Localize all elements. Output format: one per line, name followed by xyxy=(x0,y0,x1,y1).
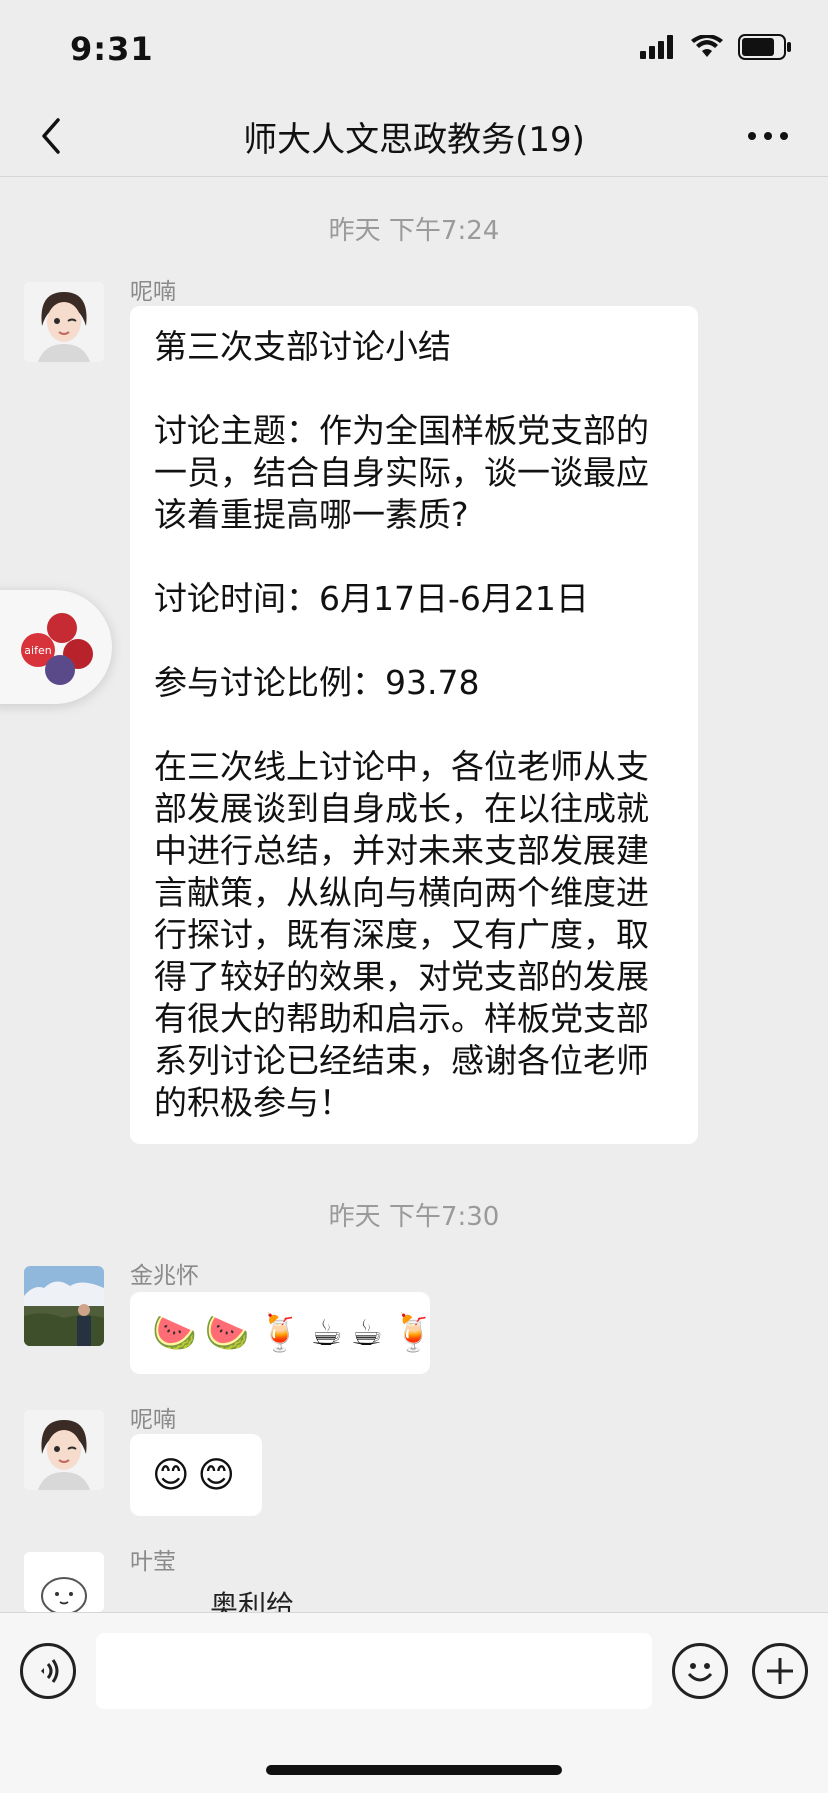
partial-message-text: 奥利给 xyxy=(210,1589,295,1612)
avatar[interactable] xyxy=(24,1552,104,1612)
wifi-icon xyxy=(691,35,723,57)
emoji-row: 🍉 🍉 🍹 ☕ ☕ 🍹 xyxy=(130,1292,436,1374)
sender-name: 叶莹 xyxy=(130,1549,176,1575)
nav-bar: 师大人文思政教务(19) xyxy=(0,96,828,177)
signal-icon xyxy=(640,35,673,59)
status-icons xyxy=(640,34,792,60)
more-dots-icon[interactable] xyxy=(744,116,792,156)
avatar-cartoon-blob xyxy=(24,1552,104,1612)
message-bubble[interactable]: 第三次支部讨论小结 讨论主题：作为全国样板党支部的一员，结合自身实际，谈一谈最应… xyxy=(130,306,698,1144)
emoji-icon[interactable] xyxy=(672,1643,728,1699)
status-time: 9:31 xyxy=(70,30,154,68)
message-input[interactable] xyxy=(96,1633,652,1709)
coffee-emoji: ☕ xyxy=(350,1312,384,1354)
message-bubble[interactable]: 🍉 🍉 🍹 ☕ ☕ 🍹 xyxy=(130,1292,436,1374)
status-bar: 9:31 xyxy=(0,0,828,96)
plus-icon[interactable] xyxy=(752,1643,808,1699)
sender-name: 呢喃 xyxy=(130,1407,176,1433)
watermelon-emoji: 🍉 xyxy=(152,1313,197,1354)
coffee-emoji: ☕ xyxy=(310,1312,343,1354)
avatar-photo-landscape xyxy=(24,1266,104,1346)
timestamp: 昨天 下午7:30 xyxy=(328,1202,500,1232)
drink-emoji: 🍹 xyxy=(391,1313,436,1354)
avatar-cartoon-woman xyxy=(24,282,104,362)
message-bubble[interactable]: 😊 😊 xyxy=(130,1434,262,1516)
emoji-row: 😊 😊 xyxy=(130,1434,262,1516)
watermelon-emoji: 🍉 xyxy=(204,1313,250,1354)
smile-emoji: 😊 xyxy=(197,1454,236,1496)
home-indicator xyxy=(266,1765,562,1775)
chat-title: 师大人文思政教务(19) xyxy=(243,120,585,160)
avatar[interactable] xyxy=(24,1410,104,1490)
red-logo-icon: aifen xyxy=(21,613,93,685)
battery-icon xyxy=(738,34,791,60)
drink-emoji: 🍹 xyxy=(257,1313,303,1354)
sender-name: 金兆怀 xyxy=(130,1263,199,1289)
avatar[interactable] xyxy=(24,1266,104,1346)
message-text: 第三次支部讨论小结 讨论主题：作为全国样板党支部的一员，结合自身实际，谈一谈最应… xyxy=(154,327,649,1122)
timestamp: 昨天 下午7:24 xyxy=(328,216,500,246)
sender-name: 呢喃 xyxy=(130,279,176,305)
voice-icon[interactable] xyxy=(20,1643,76,1699)
widget-label: aifen xyxy=(24,644,51,657)
avatar[interactable] xyxy=(24,282,104,362)
smile-emoji: 😊 xyxy=(152,1454,190,1496)
floating-widget[interactable]: aifen xyxy=(0,590,112,704)
avatar-cartoon-woman xyxy=(24,1410,104,1490)
